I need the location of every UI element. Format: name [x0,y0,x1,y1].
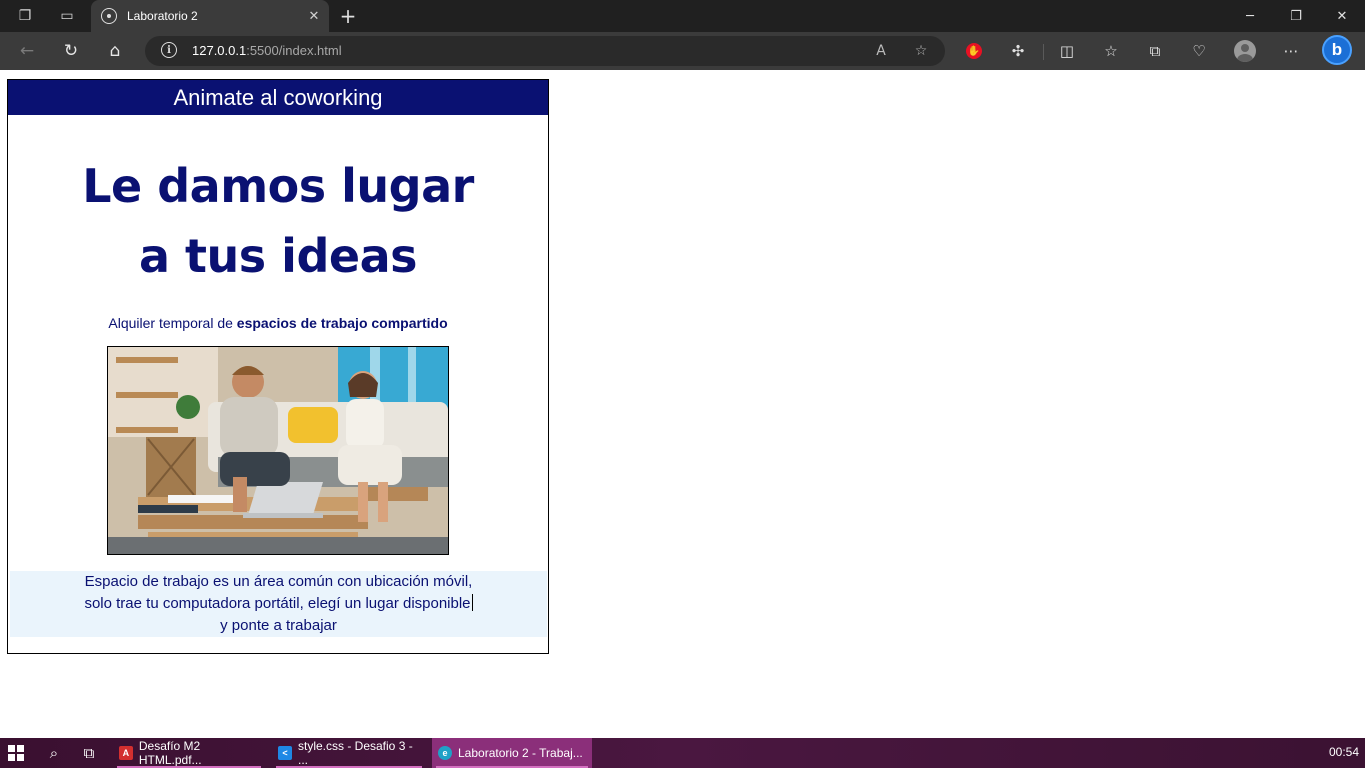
subtitle-bold: espacios de trabajo compartido [236,315,448,331]
tab-laboratorio[interactable]: Laboratorio 2 ✕ [91,0,329,32]
pdf-icon: A [119,746,133,760]
info-line-1: Espacio de trabajo es un área común con … [84,573,473,590]
live-server-icon [101,8,117,24]
tab-actions-icon[interactable]: ▭ [54,4,80,28]
edge-icon: e [438,746,452,760]
extension-adblock-icon[interactable]: ✋ [962,39,986,63]
hero-line-1: Le damos lugar [82,159,474,213]
text-cursor [471,594,473,611]
favorite-star-icon[interactable]: ☆ [910,40,932,62]
hero-heading: Le damos lugar a tus ideas [8,151,548,291]
restore-button[interactable]: ❐ [1273,0,1319,32]
windows-start-icon[interactable] [8,745,24,761]
toolbar-divider [1043,44,1044,60]
taskbar-app-edge[interactable]: e Laboratorio 2 - Trabaj... [432,738,592,768]
coworking-photo [107,346,449,555]
close-window-button[interactable]: ✕ [1319,0,1365,32]
coworking-photo-illustration [108,347,448,554]
tab-title: Laboratorio 2 [127,9,198,23]
browser-essentials-icon[interactable]: ♡ [1187,39,1211,63]
extensions-icon[interactable]: ✣ [1006,39,1030,63]
taskbar-app-vscode[interactable]: < style.css - Desafio 3 - ... [272,738,426,768]
back-button[interactable]: ← [13,38,41,64]
more-options-icon[interactable]: ⋯ [1279,39,1303,63]
browser-toolbar: ← ↻ ⌂ i 127.0.0.1:5500/index.html A ☆ ✋ … [0,32,1365,70]
taskbar-app-label: Desafío M2 HTML.pdf... [138,739,202,767]
coworking-card: Animate al coworking Le damos lugar a tu… [7,79,549,654]
info-box: Espacio de trabajo es un área común con … [10,571,547,637]
page-viewport: Animate al coworking Le damos lugar a tu… [0,70,1365,738]
search-icon[interactable]: ⌕ [42,741,66,765]
copilot-icon[interactable]: b [1322,35,1352,65]
system-clock[interactable]: 00:54 [1329,745,1359,759]
url-text: 127.0.0.1:5500/index.html [192,43,342,58]
taskbar-app-label: style.css - Desafio 3 - ... [298,739,413,767]
taskbar-app-pdf[interactable]: A Desafío M2 HTML.pdf... [113,738,265,768]
tab-bar: ❐ ▭ Laboratorio 2 ✕ + ─ ❐ ✕ [0,0,1365,32]
collections-icon[interactable]: ⧉ [1143,39,1167,63]
info-line-2-text: solo trae tu computadora portátil, elegí… [84,595,471,612]
taskbar-app-label: Laboratorio 2 - Trabaj... [458,746,583,760]
new-tab-button[interactable]: + [336,4,360,28]
info-line-2: solo trae tu computadora portátil, elegí… [10,593,547,615]
subtitle: Alquiler temporal de espacios de trabajo… [8,315,548,331]
read-aloud-icon[interactable]: A [870,40,892,62]
vscode-icon: < [278,746,292,760]
task-view-icon[interactable]: ⧉ [77,741,101,765]
workspaces-icon[interactable]: ❐ [12,4,38,28]
subtitle-prefix: Alquiler temporal de [108,315,237,331]
info-line-3: y ponte a trabajar [220,617,337,634]
split-screen-icon[interactable]: ◫ [1055,39,1079,63]
close-tab-icon[interactable]: ✕ [305,7,323,25]
profile-icon[interactable] [1233,39,1257,63]
taskbar: ⌕ ⧉ A Desafío M2 HTML.pdf... < style.css… [0,738,1365,768]
info-icon[interactable]: i [161,42,177,58]
refresh-button[interactable]: ↻ [57,38,85,64]
address-bar[interactable]: i 127.0.0.1:5500/index.html A ☆ [145,36,945,66]
card-header: Animate al coworking [8,80,548,115]
hero-line-2: a tus ideas [138,229,418,283]
minimize-button[interactable]: ─ [1227,0,1273,32]
favorites-icon[interactable]: ☆ [1099,39,1123,63]
home-button[interactable]: ⌂ [101,38,129,64]
